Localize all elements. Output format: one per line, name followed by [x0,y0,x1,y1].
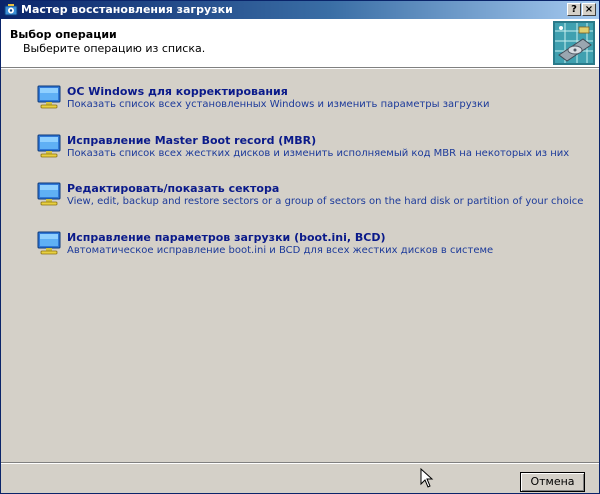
option-sector-editor[interactable]: Редактировать/показать сектора View, edi… [35,181,583,215]
monitor-icon [37,85,61,109]
monitor-icon [37,231,61,255]
hard-disk-image [553,21,595,65]
window-title: Мастер восстановления загрузки [21,3,233,16]
title-bar[interactable]: Мастер восстановления загрузки ? × [1,1,599,19]
option-description: Показать список всех установленных Windo… [67,99,490,110]
cancel-button[interactable]: Отмена [520,472,585,492]
option-title[interactable]: Исправление Master Boot record (MBR) [67,134,316,147]
footer-divider-highlight [1,463,599,464]
wizard-window: Мастер восстановления загрузки ? × Выбор… [0,0,600,494]
option-description: View, edit, backup and restore sectors o… [67,196,584,207]
help-button[interactable]: ? [567,3,581,16]
page-title: Выбор операции [10,28,117,41]
option-title[interactable]: Редактировать/показать сектора [67,182,279,195]
option-mbr-repair[interactable]: Исправление Master Boot record (MBR) Пок… [35,133,569,167]
app-icon [4,4,18,16]
option-title[interactable]: Исправление параметров загрузки (boot.in… [67,231,386,244]
mouse-cursor-icon [420,468,434,488]
wizard-header: Выбор операции Выберите операцию из спис… [1,19,599,68]
close-button[interactable]: × [582,3,596,16]
header-separator [1,68,599,69]
option-windows-editing[interactable]: ОС Windows для корректирования Показать … [35,84,555,118]
option-description: Показать список всех жестких дисков и из… [67,148,570,159]
option-description: Автоматическое исправление boot.ini и BC… [67,245,494,256]
monitor-icon [37,182,61,206]
page-subtitle: Выберите операцию из списка. [23,42,206,55]
option-boot-params-repair[interactable]: Исправление параметров загрузки (boot.in… [35,230,555,264]
option-title[interactable]: ОС Windows для корректирования [67,85,288,98]
monitor-icon [37,134,61,158]
